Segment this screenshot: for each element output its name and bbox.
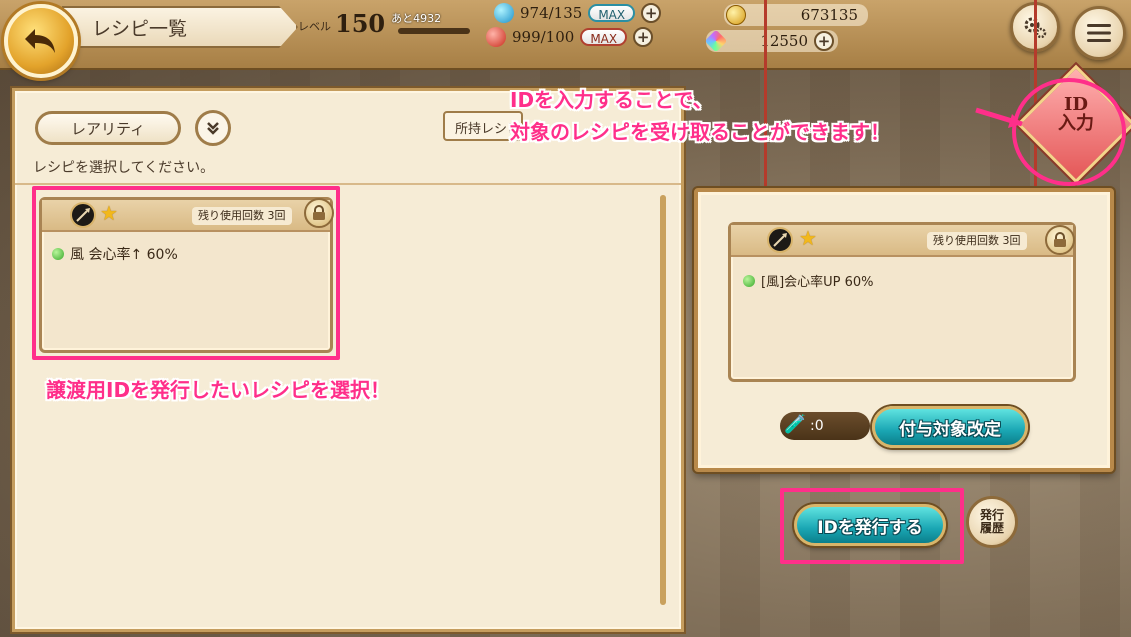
stamina-red-plus-button[interactable]: + bbox=[633, 27, 654, 47]
issue-history-button[interactable]: 発行 履歴 bbox=[966, 496, 1018, 548]
rarity-filter-button[interactable]: レアリティ bbox=[35, 111, 181, 145]
menu-button[interactable] bbox=[1072, 6, 1126, 60]
change-target-button[interactable]: 付与対象改定 bbox=[872, 406, 1028, 448]
stamina-red-value: 999/100 bbox=[512, 28, 575, 46]
gold-counter: 673135 bbox=[724, 4, 868, 26]
preview-padlock-icon bbox=[1045, 225, 1075, 255]
stamina-blue: 974/135 MAX + bbox=[494, 2, 662, 24]
preview-spear-weapon-icon bbox=[767, 227, 793, 253]
stamina-blue-value: 974/135 bbox=[520, 4, 583, 22]
stamina-blue-max-badge: MAX bbox=[588, 4, 636, 22]
stamina-red: 999/100 MAX + bbox=[486, 26, 654, 48]
potion-count-value: :0 bbox=[810, 418, 824, 434]
stamina-red-max-badge: MAX bbox=[580, 28, 628, 46]
preview-effect-dot-icon bbox=[743, 274, 755, 287]
rainbow-gem-icon bbox=[704, 29, 728, 53]
select-recipe-annotation: 譲渡用IDを発行したいレシピを選択！ bbox=[46, 378, 391, 402]
next-level-exp: あと4932 bbox=[391, 12, 442, 25]
level-value: 150 bbox=[335, 8, 386, 38]
scrollbar-thumb[interactable] bbox=[660, 195, 666, 605]
selected-recipe-highlight bbox=[32, 186, 340, 360]
id-input-annotation-line1: IDを入力することで、 bbox=[510, 88, 713, 112]
instruction-text: レシピを選択してください。 bbox=[33, 160, 215, 176]
preview-rarity-star-icon: ★ bbox=[799, 226, 817, 250]
potion-counter: 🧪 :0 bbox=[780, 412, 870, 440]
double-chevron-down-icon bbox=[207, 122, 219, 135]
exp-bar bbox=[398, 28, 470, 34]
sort-toggle-button[interactable] bbox=[195, 110, 231, 146]
recipe-list-panel: レアリティ 所持レシピ レシピを選択してください。 ★ 残り使用回数 3回 風 … bbox=[12, 88, 684, 632]
preview-recipe-card: ★ 残り使用回数 3回 [風]会心率UP 60% bbox=[728, 222, 1076, 382]
gem-plus-button[interactable]: + bbox=[814, 31, 834, 51]
preview-recipe-effect: [風]会心率UP 60% bbox=[743, 271, 874, 290]
annotation-arrow-icon bbox=[975, 107, 1023, 128]
issue-id-highlight bbox=[780, 488, 964, 564]
page-title: レシピ一覧 bbox=[62, 6, 298, 48]
stamina-blue-plus-button[interactable]: + bbox=[641, 3, 662, 23]
hamburger-menu-icon bbox=[1087, 24, 1111, 42]
blue-stamina-icon bbox=[494, 3, 514, 23]
back-button[interactable] bbox=[4, 4, 78, 78]
gold-value: 673135 bbox=[800, 6, 858, 24]
player-level: レベル 150 あと4932 bbox=[298, 6, 478, 40]
panel-divider bbox=[15, 183, 681, 185]
potion-icon: 🧪 bbox=[784, 414, 807, 435]
gem-counter: 12550 + bbox=[704, 29, 838, 53]
level-label: レベル bbox=[298, 20, 331, 33]
history-label-line2: 履歴 bbox=[979, 521, 1004, 535]
preview-remaining-uses: 残り使用回数 3回 bbox=[927, 232, 1027, 250]
list-scrollbar[interactable] bbox=[660, 195, 666, 605]
back-arrow-icon bbox=[25, 29, 55, 53]
gem-value: 12550 bbox=[760, 32, 808, 50]
id-input-annotation-line2: 対象のレシピを受け取ることができます！ bbox=[510, 120, 890, 144]
hanging-rope-left bbox=[764, 0, 767, 190]
red-stamina-icon bbox=[486, 27, 506, 47]
gold-coin-icon bbox=[726, 5, 746, 25]
preview-recipe-effect-text: [風]会心率UP 60% bbox=[761, 275, 874, 290]
id-input-highlight bbox=[1012, 78, 1126, 186]
